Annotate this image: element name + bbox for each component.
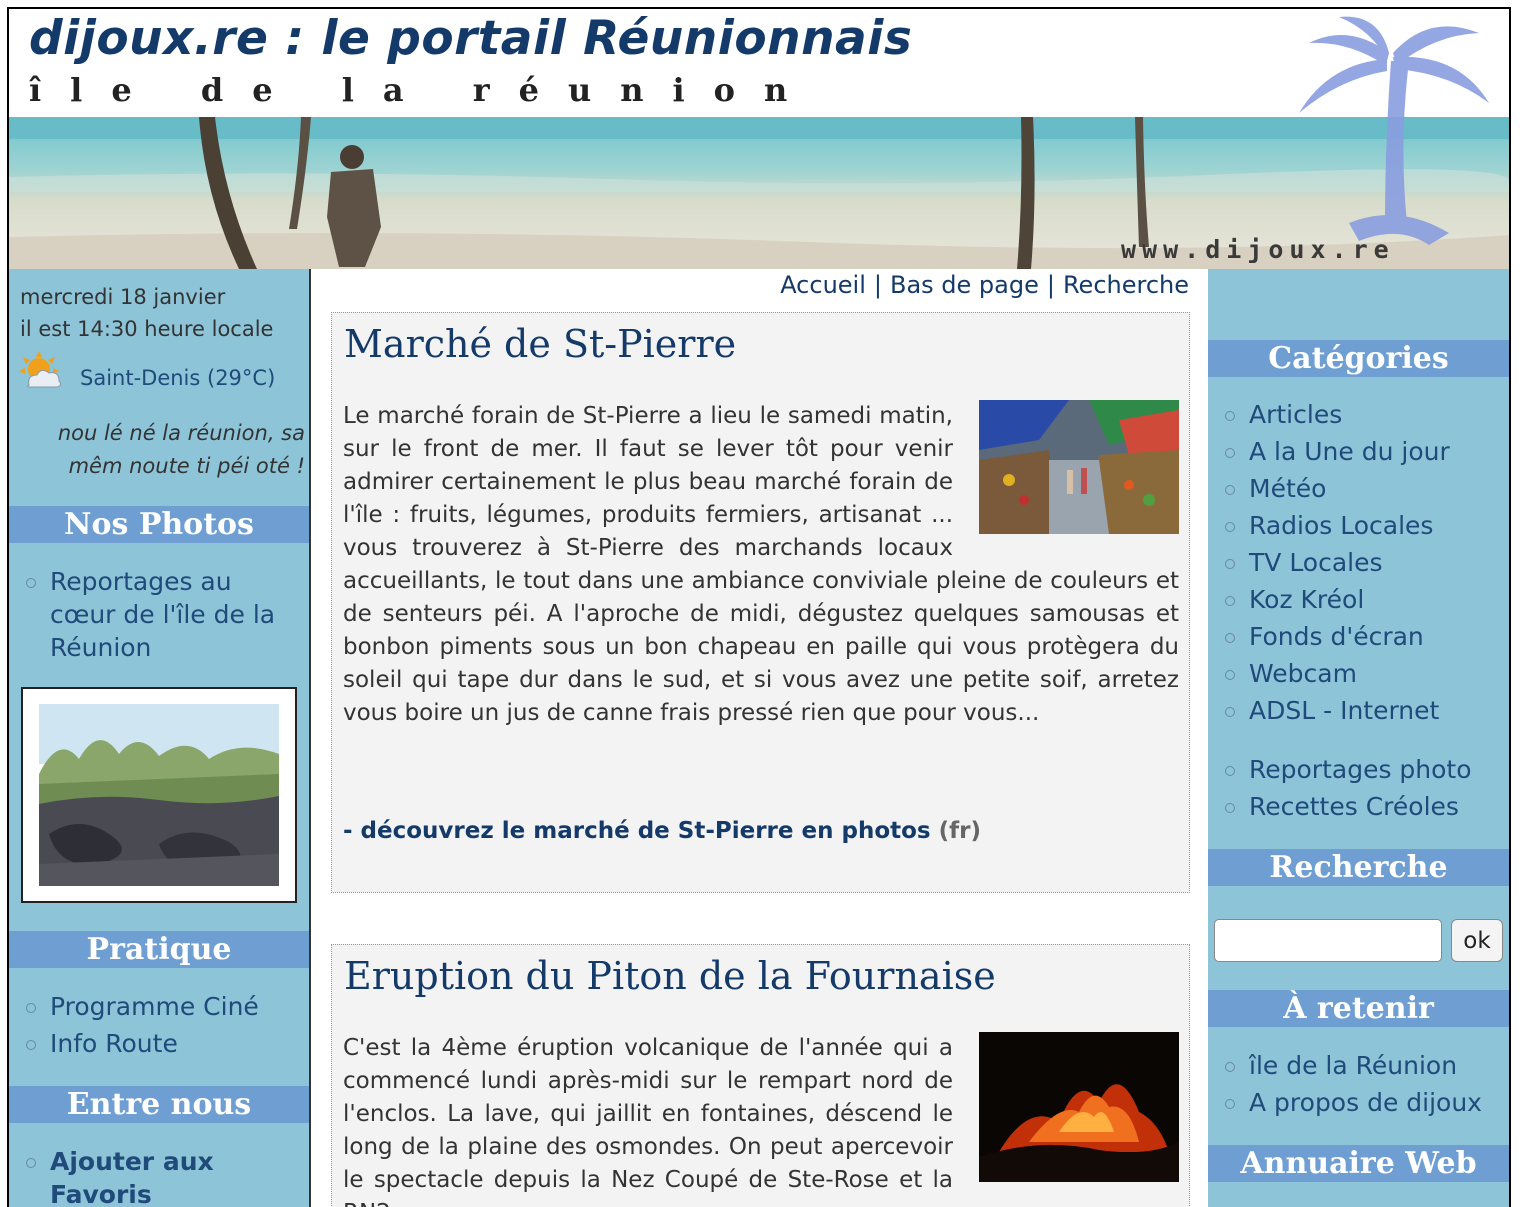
site-url-watermark: www.dijoux.re (1121, 235, 1395, 264)
creole-recipes-link[interactable]: Recettes Créoles (1220, 788, 1505, 825)
language-tag: (fr) (938, 818, 981, 844)
lava-field-photo (39, 704, 279, 886)
left-sidebar: mercredi 18 janvier il est 14:30 heure l… (9, 269, 309, 1207)
entre-nous-heading: Entre nous (9, 1086, 309, 1123)
sun-cloud-icon (19, 351, 62, 388)
photo-reports-link[interactable]: Reportages au cœur de l'île de la Réunio… (21, 565, 301, 664)
volcano-eruption-photo (979, 1032, 1179, 1182)
nav-search-link[interactable]: Recherche (1063, 271, 1189, 299)
extras-list: Reportages photo Recettes Créoles (1220, 751, 1505, 825)
right-sidebar: Catégories Articles A la Une du jour Mét… (1208, 269, 1509, 1207)
photo-thumbnail-frame[interactable] (21, 687, 297, 903)
category-webcam-link[interactable]: Webcam (1220, 655, 1505, 692)
market-photo (979, 400, 1179, 534)
add-favorites-link[interactable]: Ajouter aux Favoris (21, 1145, 221, 1207)
nav-bottom-link[interactable]: Bas de page (890, 271, 1039, 299)
web-directory-heading: Annuaire Web (1208, 1145, 1509, 1182)
photo-reports-link[interactable]: Reportages photo (1220, 751, 1505, 788)
pratique-list: Programme Ciné Info Route (21, 988, 301, 1062)
nav-separator: | (873, 271, 882, 299)
category-radios-link[interactable]: Radios Locales (1220, 507, 1505, 544)
category-creole-link[interactable]: Koz Kréol (1220, 581, 1505, 618)
nav-home-link[interactable]: Accueil (780, 271, 866, 299)
article-eruption: Eruption du Piton de la Fournaise C'est … (331, 944, 1190, 1207)
article-marche-st-pierre: Marché de St-Pierre Le marché forain de … (331, 312, 1190, 893)
weather-link[interactable]: Saint-Denis (29°C) (80, 366, 275, 390)
reunion-island-link[interactable]: île de la Réunion (1220, 1047, 1505, 1084)
cinema-program-link[interactable]: Programme Ciné (21, 988, 301, 1025)
retenir-list: île de la Réunion A propos de dijoux (1220, 1047, 1505, 1121)
pratique-heading: Pratique (9, 931, 309, 968)
about-dijoux-link[interactable]: A propos de dijoux (1220, 1084, 1505, 1121)
article-title: Eruption du Piton de la Fournaise (344, 954, 996, 998)
market-photos-link-text[interactable]: - découvrez le marché de St-Pierre en ph… (343, 818, 931, 844)
palm-tree-logo (1299, 16, 1489, 245)
category-tv-link[interactable]: TV Locales (1220, 544, 1505, 581)
site-header: dijoux.re : le portail Réunionnais île d… (9, 9, 1509, 269)
category-headlines-link[interactable]: A la Une du jour (1220, 433, 1505, 470)
article-title: Marché de St-Pierre (344, 322, 737, 366)
creole-quote: nou lé né la réunion, sa mêm noute ti pé… (57, 421, 305, 478)
site-subtitle: île de la réunion (29, 71, 817, 109)
photos-list: Reportages au cœur de l'île de la Réunio… (21, 565, 301, 664)
categories-list: Articles A la Une du jour Météo Radios L… (1220, 396, 1505, 729)
road-info-link[interactable]: Info Route (21, 1025, 301, 1062)
page-frame: dijoux.re : le portail Réunionnais île d… (7, 7, 1511, 1207)
local-time: il est 14:30 heure locale (20, 317, 274, 341)
a-retenir-heading: À retenir (1208, 990, 1509, 1027)
category-wallpapers-link[interactable]: Fonds d'écran (1220, 618, 1505, 655)
category-articles-link[interactable]: Articles (1220, 396, 1505, 433)
search-heading: Recherche (1208, 849, 1509, 886)
categories-heading: Catégories (1208, 340, 1509, 377)
entre-nous-list: Ajouter aux Favoris (21, 1145, 221, 1207)
article-text: Le marché forain de St-Pierre a lieu le … (343, 400, 1179, 730)
main-content: Accueil | Bas de page | Recherche Marché de … (309, 269, 1208, 1207)
nos-photos-heading: Nos Photos (9, 506, 309, 543)
article-text: C'est la 4ème éruption volcanique de l'a… (343, 1032, 1179, 1207)
category-weather-link[interactable]: Météo (1220, 470, 1505, 507)
site-title: dijoux.re : le portail Réunionnais (29, 11, 913, 66)
category-adsl-link[interactable]: ADSL - Internet (1220, 692, 1505, 729)
search-submit-button[interactable]: ok (1451, 919, 1503, 962)
market-photos-link[interactable]: - découvrez le marché de St-Pierre en ph… (343, 818, 981, 844)
top-navigation: Accueil | Bas de page | Recherche (780, 271, 1189, 299)
current-date: mercredi 18 janvier (20, 285, 226, 309)
nav-separator: | (1046, 271, 1055, 299)
article-body: C'est la 4ème éruption volcanique de l'a… (343, 1035, 953, 1207)
search-input[interactable] (1214, 919, 1442, 962)
